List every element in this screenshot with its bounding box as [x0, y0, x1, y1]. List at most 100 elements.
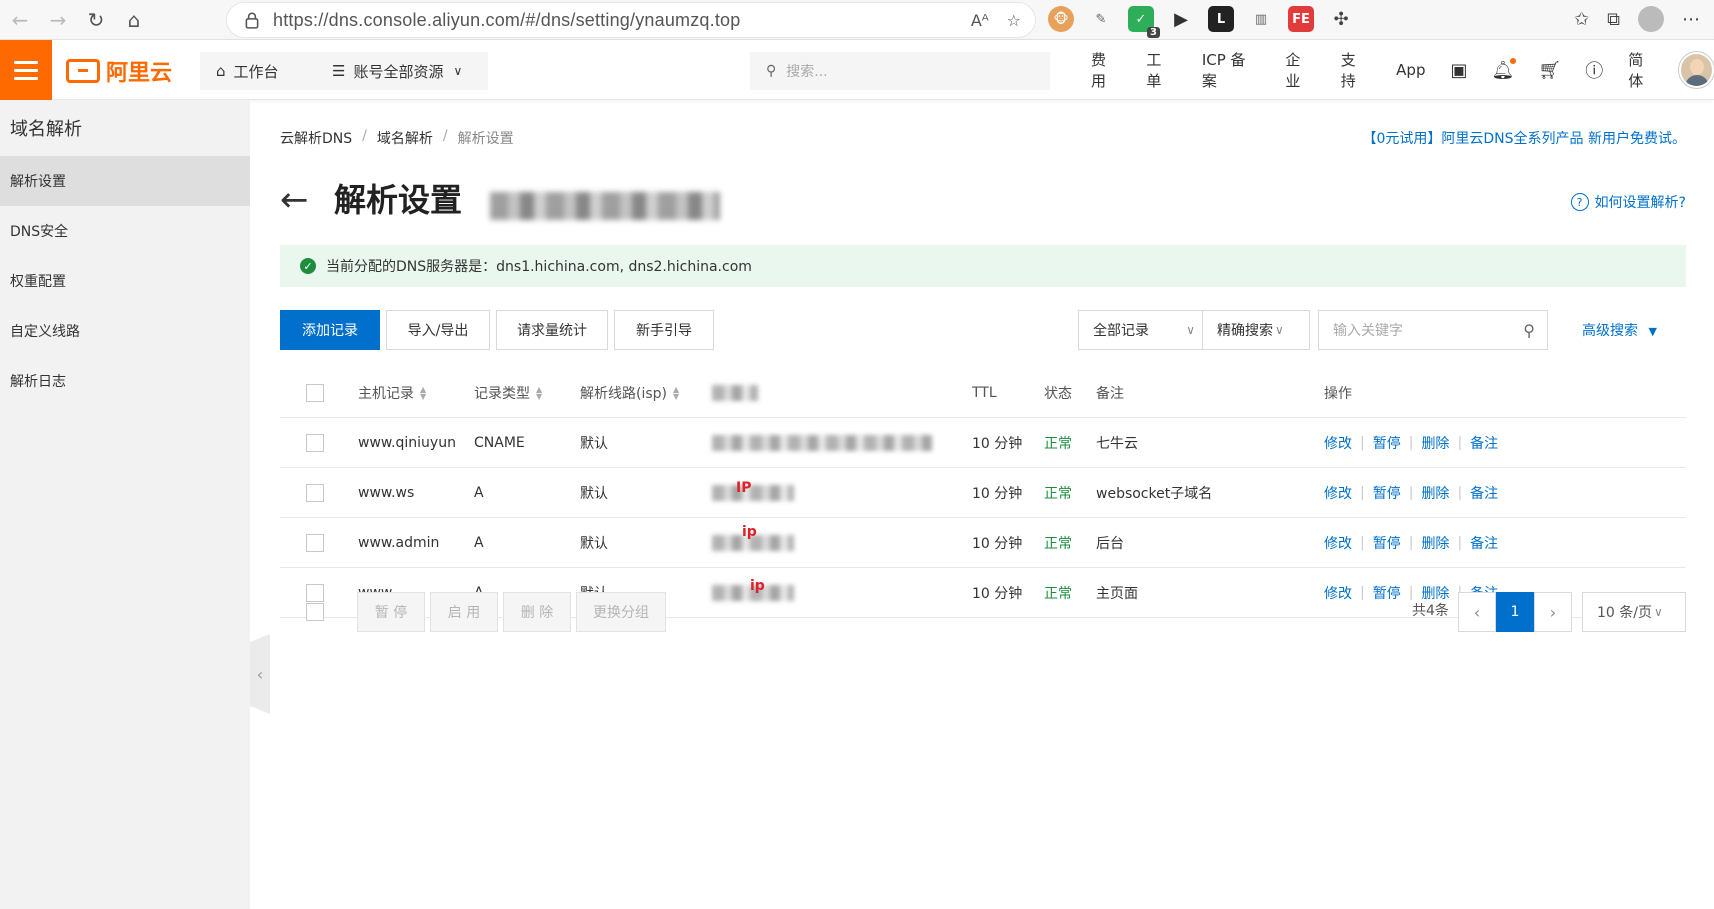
change-group-button[interactable]: 更换分组 — [576, 592, 666, 632]
edit-link[interactable]: 修改 — [1324, 433, 1352, 453]
favorites-icon[interactable]: ✩ — [1574, 9, 1589, 30]
line-value: 默认 — [580, 536, 608, 552]
request-stats-button[interactable]: 请求量统计 — [496, 310, 608, 350]
read-aloud-icon[interactable]: A͏ᴬ — [971, 11, 989, 30]
col-ttl: TTL — [972, 385, 997, 401]
promo-link[interactable]: 【0元试用】阿里云DNS全系列产品 新用户免费试。 — [1363, 128, 1687, 148]
home-icon[interactable]: ⌂ — [116, 2, 152, 38]
language-switch[interactable]: 简体 — [1615, 49, 1670, 91]
cart-icon[interactable]: 🛒︎ — [1526, 60, 1573, 81]
next-page-button[interactable]: › — [1534, 592, 1572, 632]
sort-icon[interactable]: ▲ ▼ — [536, 386, 542, 401]
row-checkbox[interactable] — [306, 434, 324, 452]
breadcrumb-dns[interactable]: 云解析DNS — [280, 128, 352, 148]
note-link[interactable]: 备注 — [1470, 433, 1498, 453]
nav-icp[interactable]: ICP 备案 — [1189, 49, 1273, 91]
page-size-select[interactable]: 10 条/页 ∨ — [1582, 592, 1686, 632]
extension-play-icon[interactable]: ▶ — [1168, 6, 1194, 32]
add-favorite-icon[interactable]: ☆ — [1007, 11, 1021, 30]
bulk-pause-button[interactable]: 暂 停 — [357, 592, 425, 632]
extension-badge: 3 — [1147, 27, 1160, 38]
refresh-icon[interactable]: ↻ — [78, 2, 114, 38]
page-number[interactable]: 1 — [1496, 592, 1534, 632]
col-host[interactable]: 主机记录 ▲ ▼ — [358, 368, 426, 418]
pause-link[interactable]: 暂停 — [1373, 483, 1401, 503]
chevron-down-icon: ∨ — [453, 64, 463, 78]
pause-link[interactable]: 暂停 — [1373, 433, 1401, 453]
sidebar-item-custom-line[interactable]: 自定义线路 — [0, 306, 250, 356]
chevron-down-icon: ∨ — [1186, 323, 1195, 337]
help-icon[interactable]: ⓘ — [1573, 57, 1615, 83]
nav-enterprise[interactable]: 企业 — [1272, 49, 1327, 91]
profile-icon[interactable] — [1638, 6, 1664, 32]
help-link[interactable]: ? 如何设置解析? — [1570, 192, 1686, 212]
delete-link[interactable]: 删除 — [1421, 483, 1449, 503]
nav-support[interactable]: 支持 — [1328, 49, 1383, 91]
extension-l-icon[interactable]: L — [1208, 6, 1234, 32]
import-export-button[interactable]: 导入/导出 — [386, 310, 490, 350]
extensions-puzzle-icon[interactable]: ✣ — [1328, 6, 1354, 32]
extension-reader-icon[interactable]: ▥ — [1248, 6, 1274, 32]
sidebar-item-resolve-settings[interactable]: 解析设置 — [0, 156, 250, 206]
pause-link[interactable]: 暂停 — [1373, 533, 1401, 553]
row-checkbox[interactable] — [306, 484, 324, 502]
add-record-button[interactable]: 添加记录 — [280, 310, 380, 350]
resources-dropdown[interactable]: ☰ 账号全部资源 ∨ — [316, 52, 488, 90]
record-filter-select[interactable]: 全部记录 ∨ — [1078, 310, 1208, 350]
search-input[interactable]: ⚲ 搜索... — [750, 52, 1050, 90]
bell-icon[interactable]: 🔔︎ — [1479, 57, 1526, 81]
col-actions: 操作 — [1324, 386, 1352, 402]
col-status: 状态 — [1044, 386, 1072, 402]
note-link[interactable]: 备注 — [1470, 533, 1498, 553]
bulk-select-checkbox[interactable] — [306, 603, 324, 621]
type-value: CNAME — [474, 435, 525, 451]
menu-icon[interactable] — [0, 40, 52, 100]
nav-tickets[interactable]: 工单 — [1133, 49, 1188, 91]
search-mode-select[interactable]: 精确搜索 ∨ — [1202, 310, 1310, 350]
row-checkbox[interactable] — [306, 534, 324, 552]
bulk-delete-button[interactable]: 删 除 — [503, 592, 571, 632]
edit-link[interactable]: 修改 — [1324, 533, 1352, 553]
address-bar[interactable]: https://dns.console.aliyun.com/#/dns/set… — [226, 2, 1036, 38]
table-footer: 暂 停 启 用 删 除 更换分组 共4条 ‹ 1 › 10 条/页 ∨ — [280, 588, 1686, 632]
avatar[interactable] — [1678, 52, 1714, 88]
sort-icon[interactable]: ▲ ▼ — [420, 386, 426, 401]
sidebar-item-resolve-log[interactable]: 解析日志 — [0, 356, 250, 406]
forward-icon[interactable]: → — [40, 2, 76, 38]
nav-fees[interactable]: 费用 — [1078, 49, 1133, 91]
more-icon[interactable]: ⋯ — [1682, 9, 1700, 30]
extension-monkey-icon[interactable]: 🐵 — [1048, 6, 1074, 32]
line-value: 默认 — [580, 436, 608, 452]
extension-feather-icon[interactable]: ✎ — [1088, 6, 1114, 32]
check-circle-icon: ✓ — [300, 258, 316, 274]
delete-link[interactable]: 删除 — [1421, 533, 1449, 553]
chevron-left-icon: ‹ — [1473, 602, 1481, 622]
select-all-checkbox[interactable] — [306, 384, 324, 402]
back-arrow-icon[interactable]: ← — [280, 180, 309, 220]
col-type[interactable]: 记录类型 ▲ ▼ — [474, 368, 542, 418]
delete-link[interactable]: 删除 — [1421, 433, 1449, 453]
note-link[interactable]: 备注 — [1470, 483, 1498, 503]
sort-icon[interactable]: ▲ ▼ — [673, 386, 679, 401]
search-icon[interactable]: ⚲ — [1523, 321, 1535, 340]
line-value: 默认 — [580, 486, 608, 502]
beginner-guide-button[interactable]: 新手引导 — [614, 310, 714, 350]
prev-page-button[interactable]: ‹ — [1458, 592, 1496, 632]
keyword-search-input[interactable]: 输入关键字 ⚲ — [1318, 310, 1548, 350]
advanced-search-link[interactable]: 高级搜索 ▼ — [1582, 320, 1657, 340]
collections-icon[interactable]: ⧉ — [1607, 9, 1620, 30]
extension-fe-icon[interactable]: FE — [1288, 6, 1314, 32]
back-icon[interactable]: ← — [2, 2, 38, 38]
col-line[interactable]: 解析线路(isp) ▲ ▼ — [580, 368, 679, 418]
terminal-icon[interactable]: ▣ — [1438, 60, 1479, 81]
sidebar-item-weight-config[interactable]: 权重配置 — [0, 256, 250, 306]
extension-shield-icon[interactable]: ✓ 3 — [1128, 6, 1160, 38]
edit-link[interactable]: 修改 — [1324, 483, 1352, 503]
breadcrumb-domain-resolve[interactable]: 域名解析 — [377, 128, 433, 148]
sidebar-collapse-handle[interactable]: ‹ — [250, 634, 270, 714]
nav-app[interactable]: App — [1383, 61, 1438, 79]
aliyun-logo[interactable]: 阿里云 — [66, 55, 172, 87]
workbench-button[interactable]: ⌂ 工作台 — [200, 52, 318, 90]
bulk-enable-button[interactable]: 启 用 — [430, 592, 498, 632]
sidebar-item-dns-security[interactable]: DNS安全 — [0, 206, 250, 256]
